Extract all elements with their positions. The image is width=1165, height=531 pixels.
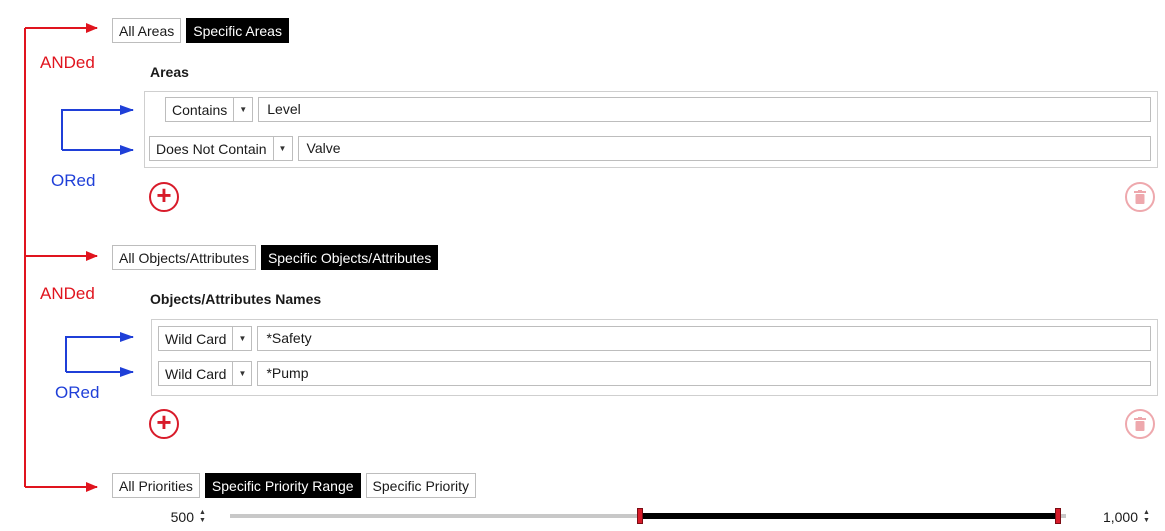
priority-range-slider[interactable]	[230, 508, 1066, 524]
all-areas-button[interactable]: All Areas	[112, 18, 182, 43]
caret-down-icon: ▼	[272, 137, 292, 160]
ored-label-2: ORed	[55, 383, 100, 402]
objects-toggle-group: All Objects/Attributes Specific Objects/…	[112, 245, 439, 270]
plus-circle-icon: +	[156, 180, 172, 210]
objects-title: Objects/Attributes Names	[150, 291, 322, 307]
areas-toggle-group: All Areas Specific Areas	[112, 18, 289, 43]
trash-icon	[1134, 417, 1146, 431]
add-object-condition-button[interactable]: +	[149, 409, 179, 439]
operator-dropdown[interactable]: Contains ▼	[165, 97, 254, 122]
specific-objects-button[interactable]: Specific Objects/Attributes	[260, 245, 439, 270]
operator-label: Does Not Contain	[156, 140, 267, 157]
priority-toggle-group: All Priorities Specific Priority Range S…	[112, 473, 476, 498]
priority-max-spinbox[interactable]: 1,000 ▲ ▼	[1080, 504, 1160, 529]
operator-dropdown[interactable]: Wild Card ▼	[158, 326, 253, 351]
condition-value-input[interactable]: *Safety	[257, 326, 1151, 351]
operator-label: Wild Card	[165, 365, 227, 382]
spin-updown-icon[interactable]: ▲ ▼	[199, 509, 206, 525]
operator-dropdown[interactable]: Does Not Contain ▼	[149, 136, 293, 161]
slider-selected-range	[639, 513, 1058, 519]
all-priorities-button[interactable]: All Priorities	[112, 473, 200, 498]
objects-condition-row: Wild Card ▼ *Pump	[158, 361, 1151, 386]
slider-max-thumb[interactable]	[1054, 508, 1061, 524]
delete-object-condition-button[interactable]	[1125, 409, 1155, 439]
anded-label-2: ANDed	[40, 284, 95, 303]
objects-conditions-list: Wild Card ▼ *Safety Wild Card ▼ *Pump	[151, 319, 1158, 396]
caret-down-icon: ▼	[232, 362, 251, 385]
slider-min-thumb[interactable]	[636, 508, 643, 524]
delete-area-condition-button[interactable]	[1125, 182, 1155, 212]
priority-min-spinbox[interactable]: 500 ▲ ▼	[158, 504, 216, 529]
priority-max-value: 1,000	[1102, 508, 1138, 525]
plus-circle-icon: +	[156, 407, 172, 437]
objects-condition-row: Wild Card ▼ *Safety	[158, 326, 1151, 351]
operator-label: Wild Card	[165, 330, 227, 347]
specific-priority-button[interactable]: Specific Priority	[365, 473, 476, 498]
or-arrow-obj-1	[65, 332, 134, 372]
areas-conditions-list: Contains ▼ Level Does Not Contain ▼ Valv…	[144, 91, 1158, 168]
condition-value-input[interactable]: Level	[258, 97, 1151, 122]
trash-icon	[1134, 190, 1146, 204]
spin-updown-icon[interactable]: ▲ ▼	[1143, 509, 1150, 525]
add-area-condition-button[interactable]: +	[149, 182, 179, 212]
and-arrow-areas	[24, 28, 97, 40]
caret-down-icon: ▼	[233, 98, 252, 121]
areas-condition-row: Does Not Contain ▼ Valve	[149, 136, 1151, 161]
caret-down-icon: ▼	[232, 327, 251, 350]
condition-value-input[interactable]: Valve	[297, 136, 1151, 161]
operator-label: Contains	[172, 101, 228, 118]
anded-label-1: ANDed	[40, 53, 95, 72]
specific-areas-button[interactable]: Specific Areas	[186, 18, 289, 43]
or-arrow-area-1	[61, 105, 134, 150]
areas-title: Areas	[150, 64, 189, 80]
all-objects-button[interactable]: All Objects/Attributes	[112, 245, 256, 270]
priority-min-value: 500	[170, 508, 194, 525]
condition-value-input[interactable]: *Pump	[257, 361, 1151, 386]
areas-condition-row: Contains ▼ Level	[165, 97, 1151, 122]
specific-priority-range-button[interactable]: Specific Priority Range	[204, 473, 361, 498]
operator-dropdown[interactable]: Wild Card ▼	[158, 361, 253, 386]
ored-label-1: ORed	[51, 171, 96, 190]
